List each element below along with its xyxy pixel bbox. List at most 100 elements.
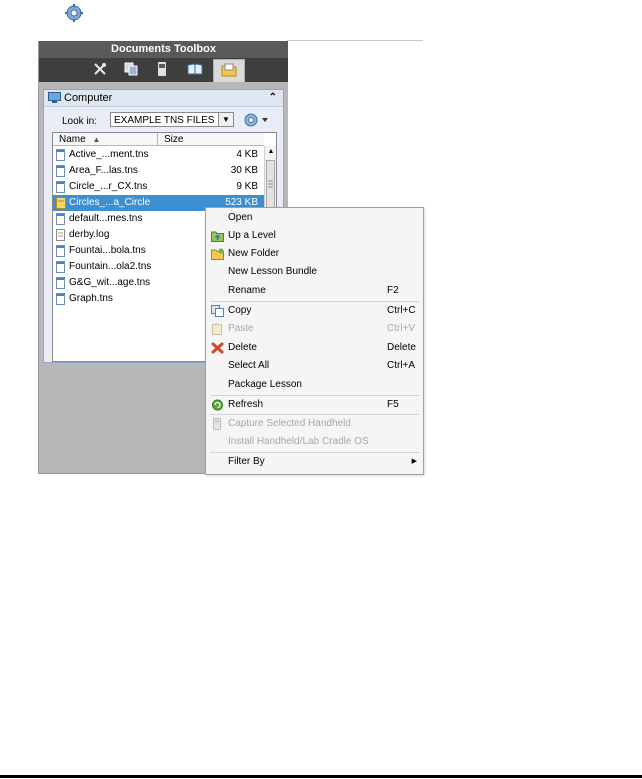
menu-item-shortcut: Ctrl+C <box>387 305 416 316</box>
column-size-label: Size <box>164 134 184 145</box>
options-gear-button[interactable] <box>242 111 270 129</box>
gear-icon <box>242 113 270 132</box>
book-icon <box>187 62 203 78</box>
menu-item-package-lesson[interactable]: Package Lesson <box>206 376 423 394</box>
lookin-label: Look in: <box>62 116 98 127</box>
menu-item-shortcut: F5 <box>387 399 399 410</box>
file-row[interactable]: Circle_...r_CX.tns 9 KB <box>53 179 264 195</box>
column-name-label: Name <box>59 134 86 145</box>
scroll-up-icon[interactable]: ▲ <box>265 146 276 158</box>
menu-item-label: Paste <box>228 323 254 334</box>
menu-item-label: Package Lesson <box>228 379 302 390</box>
file-name: Area_F...las.tns <box>69 165 138 176</box>
computer-section-header[interactable]: Computer ⌃ <box>44 90 283 107</box>
menu-item-label: Rename <box>228 285 266 296</box>
menu-item-shortcut: F2 <box>387 285 399 296</box>
menu-item-label: Up a Level <box>228 230 276 241</box>
copy-icon <box>211 305 224 317</box>
lookin-value: EXAMPLE TNS FILES <box>114 115 215 126</box>
computer-icon <box>48 92 61 107</box>
refresh-icon <box>211 399 224 411</box>
menu-item-label: Capture Selected Handheld <box>228 418 351 429</box>
menu-item-label: Select All <box>228 360 270 371</box>
tns-file-icon <box>56 165 65 177</box>
file-name: Circles_...a_Circle <box>69 197 151 208</box>
tab-handheld[interactable] <box>150 60 174 80</box>
menu-item-new-lesson-bundle[interactable]: New Lesson Bundle <box>206 263 423 281</box>
file-row[interactable]: Area_F...las.tns 30 KB <box>53 163 264 179</box>
menu-item-label: New Lesson Bundle <box>228 266 317 277</box>
computer-section-title: Computer <box>64 92 113 104</box>
lesson-bundle-icon <box>56 197 66 209</box>
tab-content[interactable] <box>183 60 207 80</box>
file-name: Fountai...bola.tns <box>69 245 146 256</box>
gear-icon[interactable] <box>64 3 84 23</box>
file-size: 30 KB <box>230 165 258 176</box>
menu-item-shortcut: Ctrl+V <box>387 323 416 334</box>
tns-file-icon <box>56 149 65 161</box>
text-file-icon <box>56 229 65 241</box>
chevron-down-icon[interactable]: ▼ <box>218 113 233 126</box>
file-name: default...mes.tns <box>69 213 143 224</box>
menu-item-open[interactable]: Open <box>206 209 423 227</box>
collapse-icon[interactable]: ⌃ <box>269 92 277 103</box>
page-sorter-icon <box>124 62 138 79</box>
menu-item-up-a-level[interactable]: Up a Level <box>206 227 423 245</box>
tns-file-icon <box>56 213 65 225</box>
menu-item-new-folder[interactable]: New Folder <box>206 245 423 263</box>
submenu-arrow-icon: ▶ <box>411 458 417 465</box>
file-row[interactable]: Active_...ment.tns 4 KB <box>53 147 264 163</box>
menu-item-copy[interactable]: Copy Ctrl+C <box>206 302 423 320</box>
tns-file-icon <box>56 261 65 273</box>
menu-item-label: New Folder <box>228 248 280 259</box>
menu-item-capture-selected-handheld[interactable]: Capture Selected Handheld <box>206 415 423 433</box>
file-name: Active_...ment.tns <box>69 149 149 160</box>
toolbox-title: Documents Toolbox <box>39 41 288 58</box>
tns-file-icon <box>56 293 65 305</box>
menu-item-paste[interactable]: Paste Ctrl+V <box>206 320 423 338</box>
tab-utilities[interactable] <box>88 60 112 80</box>
tns-file-icon <box>56 245 65 257</box>
toolbox-tab-bar <box>39 58 288 83</box>
paste-icon <box>211 323 224 335</box>
lookin-dropdown[interactable]: EXAMPLE TNS FILES ▼ <box>110 112 234 127</box>
menu-item-label: Install Handheld/Lab Cradle OS <box>228 436 369 447</box>
tab-page-sorter[interactable] <box>119 60 143 80</box>
new-folder-icon <box>211 248 224 260</box>
page-bottom-rule <box>0 775 642 778</box>
file-size: 9 KB <box>236 181 258 192</box>
tools-icon <box>92 61 108 80</box>
file-name: Fountain...ola2.tns <box>69 261 152 272</box>
menu-item-label: Refresh <box>228 399 264 410</box>
menu-item-label: Filter By <box>228 456 265 467</box>
file-name: G&G_wit...age.tns <box>69 277 151 288</box>
panel-divider <box>287 40 423 41</box>
menu-item-select-all[interactable]: Select All Ctrl+A <box>206 357 423 375</box>
capture-icon <box>211 418 224 430</box>
file-size: 4 KB <box>236 149 258 160</box>
menu-item-delete[interactable]: Delete Delete <box>206 339 423 357</box>
delete-icon <box>211 342 224 354</box>
file-name: derby.log <box>69 229 110 240</box>
menu-item-filter-by[interactable]: Filter By ▶ <box>206 453 423 471</box>
menu-item-label: Open <box>228 212 253 223</box>
file-name: Circle_...r_CX.tns <box>69 181 148 192</box>
column-header-name[interactable]: Name ▲ <box>53 133 158 146</box>
menu-item-shortcut: Delete <box>387 342 416 353</box>
column-header-size[interactable]: Size <box>158 133 264 146</box>
context-menu: Open Up a Level New Folder New Lesson Bu… <box>205 207 424 475</box>
menu-item-install-os[interactable]: Install Handheld/Lab Cradle OS <box>206 433 423 451</box>
file-name: Graph.tns <box>69 293 113 304</box>
tab-content-explorer[interactable] <box>213 59 245 83</box>
menu-item-label: Copy <box>228 305 252 316</box>
menu-item-rename[interactable]: Rename F2 <box>206 282 423 300</box>
menu-item-refresh[interactable]: Refresh F5 <box>206 396 423 414</box>
scrollbar-thumb[interactable] <box>266 160 275 208</box>
tns-file-icon <box>56 181 65 193</box>
sort-ascending-icon: ▲ <box>92 135 101 144</box>
menu-item-label: Delete <box>228 342 257 353</box>
up-folder-icon <box>211 230 224 242</box>
folder-explorer-icon <box>221 63 237 80</box>
tns-file-icon <box>56 277 65 289</box>
handheld-icon <box>157 61 167 79</box>
